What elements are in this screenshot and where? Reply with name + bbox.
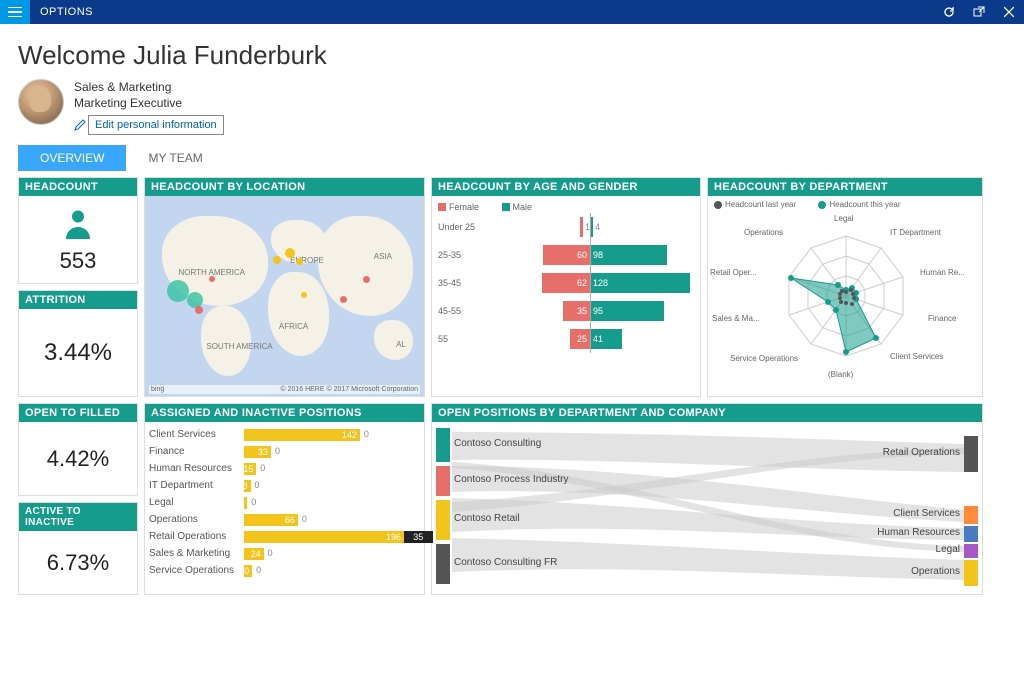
map-attr-left: bing xyxy=(151,386,164,393)
age-category: 35-45 xyxy=(438,278,486,288)
age-gender-row[interactable]: 35-45 62 128 xyxy=(438,269,694,297)
tabs: OVERVIEW MY TEAM xyxy=(18,145,1006,171)
sankey-node[interactable] xyxy=(436,500,450,540)
tile-department-title: HEADCOUNT BY DEPARTMENT xyxy=(708,178,982,196)
kpi-attrition[interactable]: ATTRITION 3.44% xyxy=(18,290,138,397)
assigned-name: Retail Operations xyxy=(149,531,244,542)
popout-icon[interactable] xyxy=(964,0,994,24)
tile-location[interactable]: HEADCOUNT BY LOCATION NORTH AMERICA SOUT… xyxy=(144,177,425,397)
tile-assigned-title: ASSIGNED AND INACTIVE POSITIONS xyxy=(145,404,424,422)
assigned-row[interactable]: Legal 4 0 xyxy=(149,494,420,511)
sankey-right-label: Legal xyxy=(936,544,960,555)
assigned-name: Operations xyxy=(149,514,244,525)
assigned-row[interactable]: Sales & Marketing 24 0 xyxy=(149,545,420,562)
kpi-active-to-inactive-value: 6.73% xyxy=(47,550,109,576)
edit-personal-info-link[interactable]: Edit personal information xyxy=(88,115,224,135)
tab-myteam[interactable]: MY TEAM xyxy=(126,145,224,171)
map-attr-right: © 2016 HERE © 2017 Microsoft Corporation xyxy=(280,386,418,393)
sankey-left-label: Contoso Process Industry xyxy=(454,474,569,485)
close-icon[interactable] xyxy=(994,0,1024,24)
assigned-row[interactable]: Human Resources 15 0 xyxy=(149,460,420,477)
refresh-icon[interactable] xyxy=(934,0,964,24)
sankey-node[interactable] xyxy=(436,544,450,584)
assigned-row[interactable]: Operations 66 0 xyxy=(149,511,420,528)
world-map[interactable]: NORTH AMERICA SOUTH AMERICA AFRICA EUROP… xyxy=(145,196,424,396)
age-category: 55 xyxy=(438,334,486,344)
sankey-node[interactable] xyxy=(964,506,978,524)
map-label-sa: SOUTH AMERICA xyxy=(206,342,272,351)
sankey-node[interactable] xyxy=(436,466,450,496)
assigned-row[interactable]: Service Operations 10 0 xyxy=(149,562,420,579)
kpi-active-to-inactive[interactable]: ACTIVE TO INACTIVE 6.73% xyxy=(18,502,138,595)
page-title: Welcome Julia Funderburk xyxy=(18,40,1006,71)
map-label-af: AFRICA xyxy=(279,322,308,331)
kpi-headcount[interactable]: HEADCOUNT 553 xyxy=(18,177,138,284)
kpi-attrition-title: ATTRITION xyxy=(19,291,137,309)
age-category: 25-35 xyxy=(438,250,486,260)
tile-age-gender[interactable]: HEADCOUNT BY AGE AND GENDER Female Male … xyxy=(431,177,701,397)
tile-assigned-positions[interactable]: ASSIGNED AND INACTIVE POSITIONS Client S… xyxy=(144,403,425,595)
avatar[interactable] xyxy=(18,79,64,125)
kpi-headcount-title: HEADCOUNT xyxy=(19,178,137,196)
assigned-row[interactable]: Finance 33 0 xyxy=(149,443,420,460)
sankey-right-label: Client Services xyxy=(893,508,960,519)
map-bubble[interactable] xyxy=(363,276,370,283)
age-category: Under 25 xyxy=(438,222,486,232)
map-bubble[interactable] xyxy=(167,280,189,302)
age-gender-row[interactable]: 45-55 35 95 xyxy=(438,297,694,325)
sankey-left-label: Contoso Consulting FR xyxy=(454,557,557,568)
age-gender-row[interactable]: Under 25 1 4 xyxy=(438,213,694,241)
assigned-row[interactable]: IT Department 8 0 xyxy=(149,477,420,494)
pencil-icon xyxy=(74,119,86,131)
map-bubble[interactable] xyxy=(296,258,303,265)
kpi-headcount-value: 553 xyxy=(60,248,97,274)
sankey-left-label: Contoso Retail xyxy=(454,513,520,524)
assigned-name: Sales & Marketing xyxy=(149,548,244,559)
sankey-node[interactable] xyxy=(964,544,978,558)
kpi-open-to-filled-title: OPEN TO FILLED xyxy=(19,404,137,422)
assigned-name: Finance xyxy=(149,446,244,457)
tile-department-radar[interactable]: HEADCOUNT BY DEPARTMENT Headcount last y… xyxy=(707,177,983,397)
kpi-open-to-filled-value: 4.42% xyxy=(47,446,109,472)
titlebar-label: OPTIONS xyxy=(30,6,93,18)
assigned-name: Human Resources xyxy=(149,463,244,474)
hamburger-icon[interactable] xyxy=(0,0,30,24)
age-gender-legend: Female Male xyxy=(438,202,694,213)
assigned-row[interactable]: Client Services 142 0 xyxy=(149,426,420,443)
tab-overview[interactable]: OVERVIEW xyxy=(18,145,126,171)
assigned-row[interactable]: Retail Operations 196 35 xyxy=(149,528,420,545)
profile-department: Sales & Marketing xyxy=(74,79,224,95)
age-category: 45-55 xyxy=(438,306,486,316)
kpi-active-to-inactive-title: ACTIVE TO INACTIVE xyxy=(19,503,137,531)
map-label-au: AL xyxy=(396,340,406,349)
map-bubble[interactable] xyxy=(285,248,295,258)
profile-role: Marketing Executive xyxy=(74,95,224,111)
sankey-right-label: Operations xyxy=(911,566,960,577)
age-gender-row[interactable]: 55 25 41 xyxy=(438,325,694,353)
assigned-name: Client Services xyxy=(149,429,244,440)
age-gender-row[interactable]: 25-35 60 98 xyxy=(438,241,694,269)
map-bubble[interactable] xyxy=(273,256,281,264)
sankey-node[interactable] xyxy=(964,436,978,472)
map-bubble[interactable] xyxy=(195,306,203,314)
tile-location-title: HEADCOUNT BY LOCATION xyxy=(145,178,424,196)
kpi-open-to-filled[interactable]: OPEN TO FILLED 4.42% xyxy=(18,403,138,496)
person-icon xyxy=(60,206,96,248)
sankey-left-label: Contoso Consulting xyxy=(454,438,541,449)
titlebar: OPTIONS xyxy=(0,0,1024,24)
map-label-as: ASIA xyxy=(374,252,392,261)
assigned-name: Service Operations xyxy=(149,565,244,576)
kpi-attrition-value: 3.44% xyxy=(44,339,112,367)
tile-age-gender-title: HEADCOUNT BY AGE AND GENDER xyxy=(432,178,700,196)
assigned-name: IT Department xyxy=(149,480,244,491)
sankey-right-label: Human Resources xyxy=(877,527,960,538)
tile-sankey-title: OPEN POSITIONS BY DEPARTMENT AND COMPANY xyxy=(432,404,982,422)
sankey-node[interactable] xyxy=(964,560,978,586)
tile-open-positions-sankey[interactable]: OPEN POSITIONS BY DEPARTMENT AND COMPANY… xyxy=(431,403,983,595)
assigned-name: Legal xyxy=(149,497,244,508)
sankey-node[interactable] xyxy=(964,526,978,542)
sankey-node[interactable] xyxy=(436,428,450,462)
sankey-right-label: Retail Operations xyxy=(883,447,960,458)
